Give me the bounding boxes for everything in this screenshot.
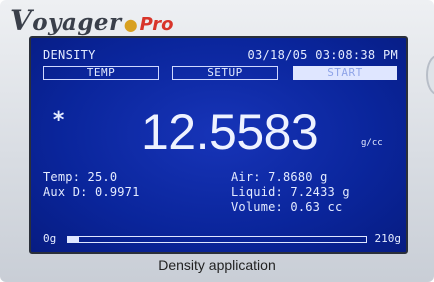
capacity-bar xyxy=(67,236,367,243)
reading-unit: g/cc xyxy=(361,138,383,148)
date-value: 03/18/05 xyxy=(247,48,308,62)
brand-dot-icon: ● xyxy=(123,15,138,34)
side-knob-icon xyxy=(426,55,434,95)
capacity-min-label: 0g xyxy=(43,232,57,245)
air-weight-value: Air: 7.8680 g xyxy=(231,170,328,184)
datetime: 03/18/05 03:08:38 PM xyxy=(247,48,398,62)
temp-value: Temp: 25.0 xyxy=(43,170,118,184)
lcd-screen: DENSITY 03/18/05 03:08:38 PM TEMP SETUP … xyxy=(29,36,408,254)
brand-logo: Voyager ● Pro xyxy=(10,4,174,37)
setup-softkey[interactable]: SETUP xyxy=(172,66,278,80)
brand-suffix: Pro xyxy=(139,14,174,35)
capacity-bar-fill xyxy=(68,237,80,242)
capacity-bar-row: 0g 210g xyxy=(43,232,402,245)
details-right: Air: 7.8680 g Liquid: 7.2433 g Volume: 0… xyxy=(231,170,350,215)
balance-device: Voyager ● Pro DENSITY 03/18/05 03:08:38 … xyxy=(0,0,434,282)
mode-label: DENSITY xyxy=(43,48,96,62)
details-left: Temp: 25.0 Aux D: 0.9971 xyxy=(43,170,140,200)
image-caption: Density application xyxy=(158,257,276,273)
volume-value: Volume: 0.63 cc xyxy=(231,200,343,214)
brand-name: Voyager xyxy=(10,4,122,37)
start-softkey[interactable]: START xyxy=(293,66,397,80)
liquid-weight-value: Liquid: 7.2433 g xyxy=(231,185,350,199)
status-row: DENSITY 03/18/05 03:08:38 PM xyxy=(43,48,398,62)
stability-indicator-icon: * xyxy=(52,108,66,133)
capacity-max-label: 210g xyxy=(374,232,402,245)
time-value: 03:08:38 PM xyxy=(315,48,398,62)
temp-softkey[interactable]: TEMP xyxy=(43,66,159,80)
density-reading: 12.5583 xyxy=(141,104,319,160)
aux-density-value: Aux D: 0.9971 xyxy=(43,185,140,199)
